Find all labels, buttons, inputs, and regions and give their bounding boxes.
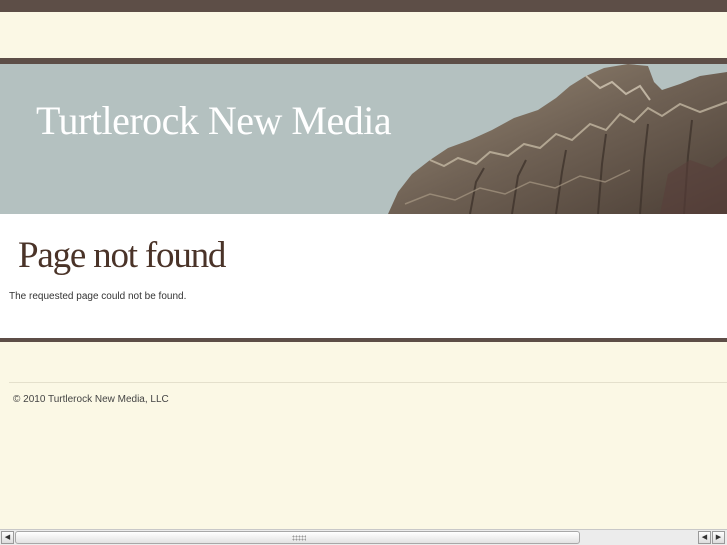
horizontal-scrollbar[interactable]: ◀ ◀ ▶ — [0, 529, 727, 545]
footer-rule — [9, 382, 727, 383]
grip-icon — [292, 535, 306, 541]
content-area: Page not found The requested page could … — [0, 214, 727, 338]
site-title[interactable]: Turtlerock New Media — [36, 97, 392, 144]
scroll-right-icon[interactable]: ▶ — [712, 531, 725, 544]
copyright-text: © 2010 Turtlerock New Media, LLC — [13, 394, 169, 405]
error-message: The requested page could not be found. — [9, 291, 187, 302]
top-bar — [0, 0, 727, 12]
page-title: Page not found — [18, 235, 226, 276]
scroll-left-icon[interactable]: ◀ — [1, 531, 14, 544]
scroll-left-icon-2[interactable]: ◀ — [698, 531, 711, 544]
scroll-thumb[interactable] — [15, 531, 580, 544]
content-divider — [0, 338, 727, 342]
page: Turtlerock New Media Page not found The … — [0, 0, 727, 545]
header-banner: Turtlerock New Media — [0, 64, 727, 214]
